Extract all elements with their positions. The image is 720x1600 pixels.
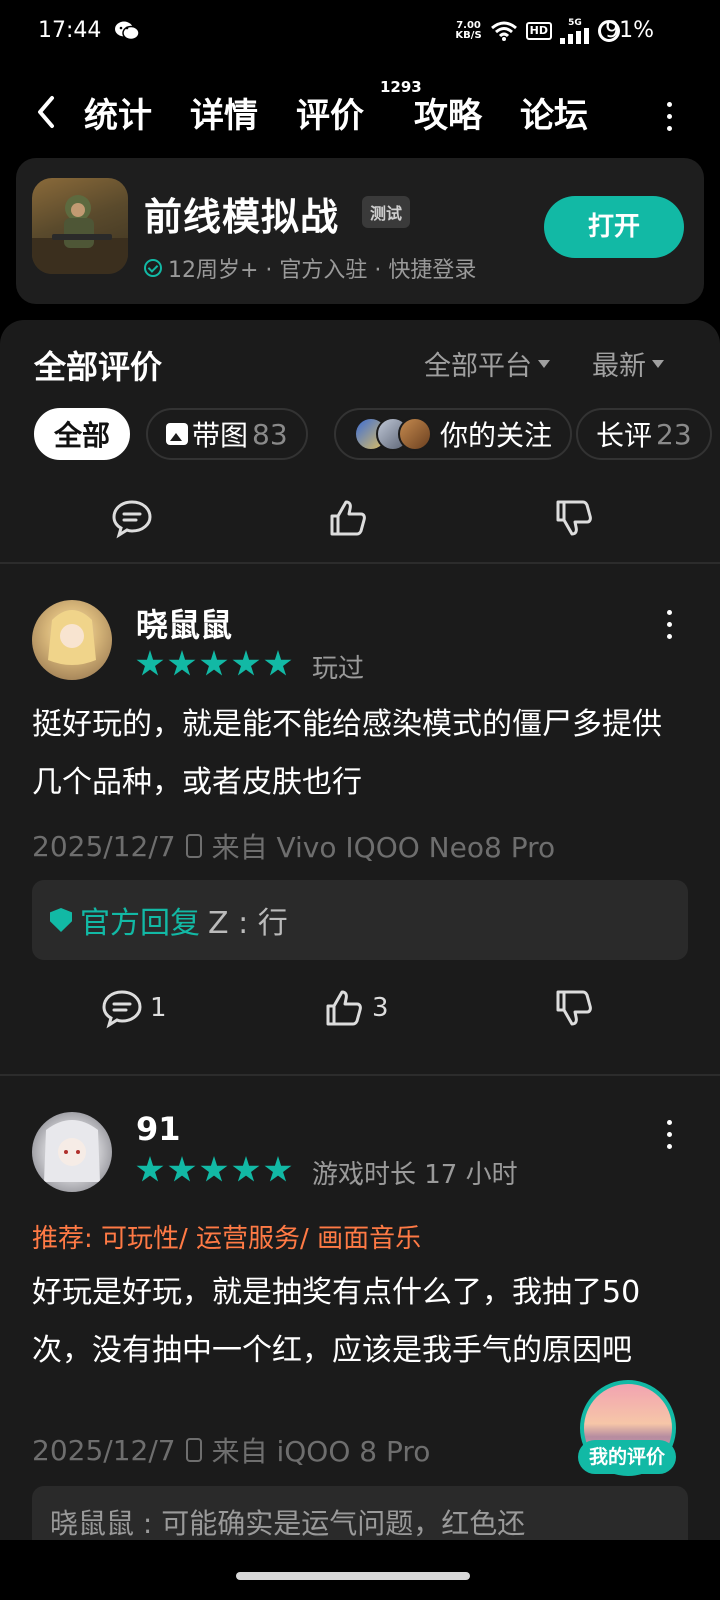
following-avatars bbox=[354, 417, 432, 451]
status-icons: 7.00 KB/S HD 5G bbox=[455, 16, 620, 46]
prev-review-actions bbox=[0, 488, 720, 548]
open-button[interactable]: 打开 bbox=[544, 196, 684, 258]
star-icon bbox=[168, 650, 196, 676]
image-icon bbox=[166, 423, 188, 445]
star-icon bbox=[232, 1156, 260, 1182]
thumbs-down-icon bbox=[556, 990, 592, 1026]
thumbs-up-icon bbox=[326, 990, 362, 1026]
caret-down-icon bbox=[538, 359, 550, 368]
star-icon bbox=[264, 650, 292, 676]
sort-filter[interactable]: 最新 bbox=[592, 344, 664, 383]
tab-stats[interactable]: 统计 bbox=[84, 88, 152, 137]
star-icon bbox=[232, 650, 260, 676]
avatar[interactable] bbox=[32, 1112, 112, 1192]
shield-icon bbox=[50, 908, 72, 932]
review-meta: 2025/12/7 来自 Vivo IQOO Neo8 Pro bbox=[32, 829, 556, 865]
username[interactable]: 晓鼠鼠 bbox=[136, 600, 232, 646]
signal-icon: 5G bbox=[560, 18, 590, 44]
star-icon bbox=[264, 1156, 292, 1182]
status-bar: 17:44 7.00 KB/S HD 5G 91% bbox=[0, 0, 720, 66]
official-reply-text: Z : 行 bbox=[208, 906, 288, 941]
game-title: 前线模拟战 bbox=[144, 195, 340, 239]
verified-icon bbox=[144, 259, 162, 277]
review-content: 挺好玩的，就是能不能给感染模式的僵尸多提供几个品种，或者皮肤也行 bbox=[32, 707, 662, 800]
tab-forum[interactable]: 论坛 bbox=[520, 88, 588, 137]
review-more-icon[interactable] bbox=[665, 610, 673, 646]
like-button[interactable]: 3 bbox=[322, 986, 389, 1030]
battery-percent: 91% bbox=[605, 18, 654, 43]
test-badge: 测试 bbox=[362, 196, 411, 228]
game-card[interactable]: 前线模拟战 测试 12周岁+ · 官方入驻 · 快捷登录 打开 bbox=[16, 158, 704, 304]
review-more-icon[interactable] bbox=[665, 1120, 673, 1156]
back-icon[interactable] bbox=[32, 92, 60, 132]
rating-stars bbox=[136, 650, 292, 678]
comment-count: 1 bbox=[150, 993, 167, 1023]
play-status: 玩过 bbox=[312, 654, 365, 684]
rating-stars bbox=[136, 1156, 292, 1184]
like-button[interactable] bbox=[326, 496, 370, 540]
tab-guides[interactable]: 攻略 bbox=[414, 88, 482, 137]
dislike-button[interactable] bbox=[552, 986, 596, 1030]
official-reply[interactable]: 官方回复 Z : 行 bbox=[32, 880, 688, 960]
comment-button[interactable] bbox=[110, 496, 154, 540]
star-icon bbox=[200, 650, 228, 676]
star-icon bbox=[136, 1156, 164, 1182]
comment-icon bbox=[102, 990, 142, 1029]
phone-icon bbox=[185, 834, 202, 858]
like-count: 3 bbox=[372, 993, 389, 1023]
top-nav: 统计 详情 评价 1293 攻略 论坛 bbox=[0, 66, 720, 156]
thumbs-down-icon bbox=[556, 500, 592, 536]
phone-icon bbox=[185, 1438, 202, 1462]
comment-button[interactable]: 1 bbox=[100, 986, 167, 1030]
platform-filter[interactable]: 全部平台 bbox=[424, 344, 550, 383]
avatar[interactable] bbox=[32, 600, 112, 680]
wifi-icon bbox=[490, 21, 517, 41]
divider bbox=[0, 1074, 720, 1076]
home-indicator[interactable] bbox=[236, 1572, 470, 1580]
chip-with-images[interactable]: 带图 83 bbox=[146, 408, 308, 460]
wechat-icon bbox=[115, 21, 140, 41]
net-speed: 7.00 KB/S bbox=[455, 20, 482, 41]
chip-all[interactable]: 全部 bbox=[34, 408, 131, 460]
game-icon bbox=[32, 178, 128, 274]
caret-down-icon bbox=[652, 359, 664, 368]
my-review-label[interactable]: 我的评价 bbox=[578, 1440, 676, 1474]
reviews-title: 全部评价 bbox=[34, 348, 163, 386]
comment-icon bbox=[112, 500, 152, 539]
review-meta: 2025/12/7 来自 iQOO 8 Pro bbox=[32, 1433, 431, 1469]
tab-details[interactable]: 详情 bbox=[190, 88, 258, 137]
divider bbox=[0, 562, 720, 564]
recommend-tags: 推荐: 可玩性/ 运营服务/ 画面音乐 bbox=[32, 1224, 422, 1254]
tab-reviews[interactable]: 评价 bbox=[290, 88, 370, 137]
hd-badge: HD bbox=[525, 22, 552, 40]
game-meta: 12周岁+ · 官方入驻 · 快捷登录 bbox=[144, 252, 476, 284]
dislike-button[interactable] bbox=[552, 496, 596, 540]
review-content: 好玩是好玩，就是抽奖有点什么了，我抽了50次，没有抽中一个红，应该是我手气的原因… bbox=[32, 1275, 641, 1368]
official-reply-label: 官方回复 bbox=[80, 906, 200, 941]
play-time: 游戏时长 17 小时 bbox=[312, 1160, 518, 1190]
bottom-bar bbox=[0, 1540, 720, 1600]
chip-following[interactable]: 你的关注 bbox=[334, 408, 573, 460]
review-actions: 1 3 bbox=[0, 978, 720, 1038]
chip-long-reviews[interactable]: 长评 23 bbox=[576, 408, 712, 460]
more-icon[interactable] bbox=[665, 102, 673, 134]
status-time: 17:44 bbox=[38, 18, 102, 43]
star-icon bbox=[168, 1156, 196, 1182]
star-icon bbox=[200, 1156, 228, 1182]
thumbs-up-icon bbox=[330, 500, 366, 536]
username[interactable]: 91 bbox=[136, 1110, 181, 1148]
star-icon bbox=[136, 650, 164, 676]
